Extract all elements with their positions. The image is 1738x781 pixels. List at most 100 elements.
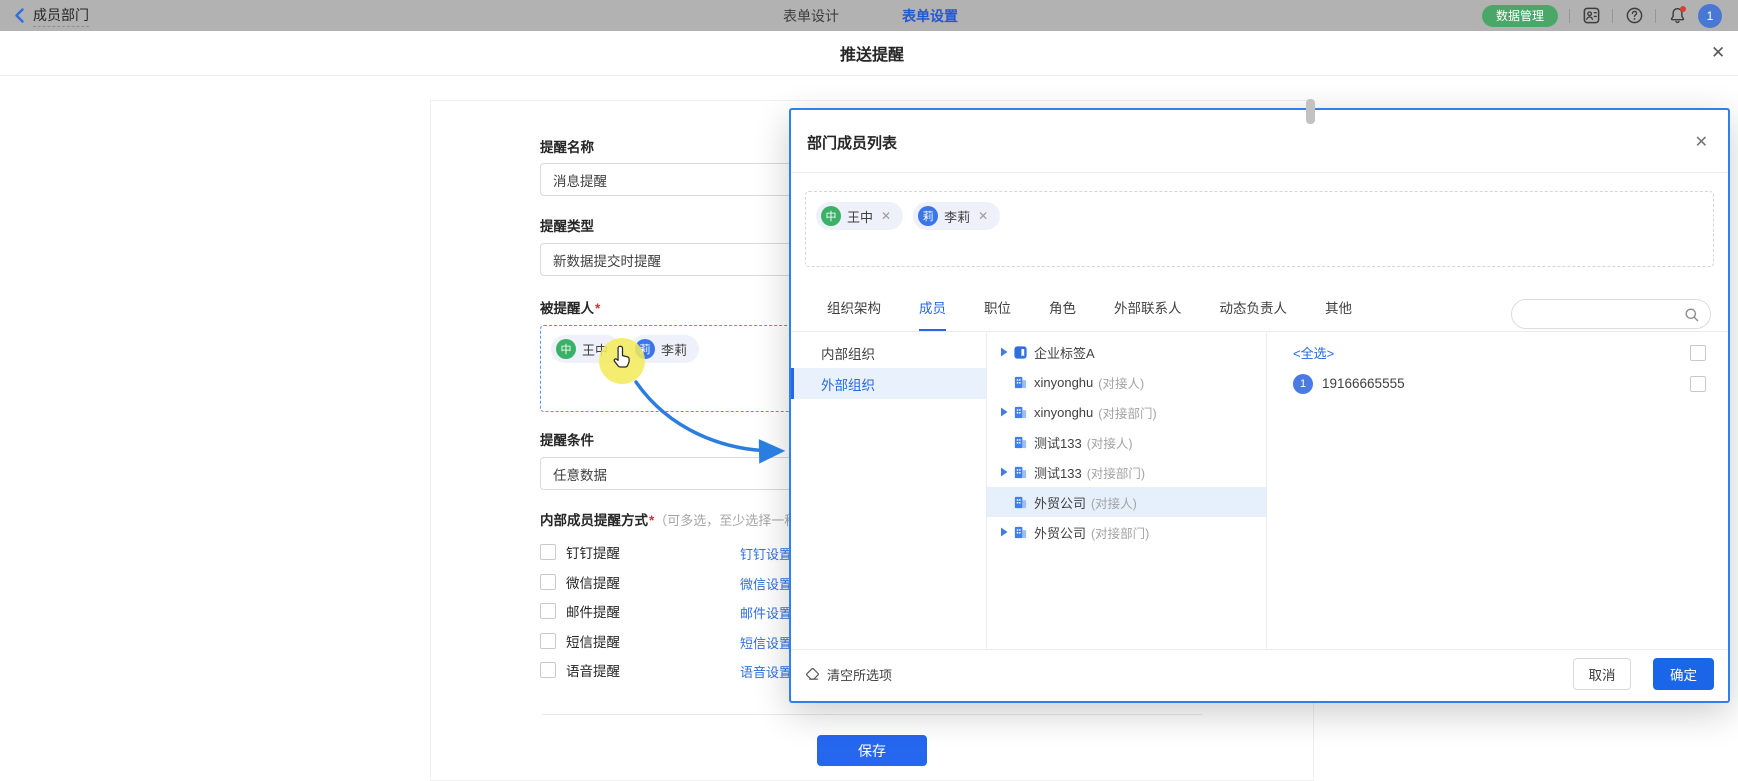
remove-tag-icon[interactable]: ✕ bbox=[978, 209, 988, 223]
recipient-tag[interactable]: 中 王中 bbox=[551, 335, 620, 363]
avatar: 莉 bbox=[918, 206, 938, 226]
notification-dot bbox=[1680, 6, 1686, 12]
building-icon bbox=[1013, 435, 1028, 450]
tab-members[interactable]: 成员 bbox=[919, 284, 946, 331]
org-group-panel: 内部组织 外部组织 bbox=[791, 333, 987, 649]
tab-form-settings[interactable]: 表单设置 bbox=[902, 0, 958, 31]
member-picker-modal: 部门成员列表 ✕ 中 王中 ✕ 莉 李莉 ✕ 组织架构 成员 职位 角色 外部联… bbox=[789, 108, 1730, 703]
screen: 成员部门 表单设计 表单设置 数据管理 1 推送提醒 ✕ 提醒名称 bbox=[0, 0, 1738, 781]
dingtalk-settings-link[interactable]: 钉钉设置 bbox=[740, 544, 792, 563]
topbar: 成员部门 表单设计 表单设置 数据管理 1 bbox=[0, 0, 1738, 31]
tree-item-waimao-dept[interactable]: 外贸公司 (对接部门) bbox=[987, 517, 1266, 547]
avatar: 中 bbox=[821, 206, 841, 226]
divider bbox=[1569, 9, 1570, 23]
org-group-external[interactable]: 外部组织 bbox=[791, 368, 986, 399]
building-icon bbox=[1013, 375, 1028, 390]
method-row-email: 邮件提醒 bbox=[540, 602, 620, 620]
dingtalk-checkbox[interactable] bbox=[540, 544, 556, 560]
recipient-tag-name: 王中 bbox=[582, 340, 608, 359]
recipient-tag-name: 李莉 bbox=[661, 340, 687, 359]
bookmark-icon bbox=[1013, 345, 1028, 360]
tab-dynamic-owner[interactable]: 动态负责人 bbox=[1220, 284, 1288, 331]
scrollbar-thumb[interactable] bbox=[1306, 99, 1315, 124]
org-group-internal[interactable]: 内部组织 bbox=[791, 337, 986, 368]
divider bbox=[1655, 9, 1656, 23]
building-icon bbox=[1013, 495, 1028, 510]
notification-bell-icon[interactable] bbox=[1667, 6, 1687, 26]
building-icon bbox=[1013, 465, 1028, 480]
selected-member-name: 李莉 bbox=[944, 207, 970, 226]
search-input[interactable] bbox=[1526, 301, 1684, 327]
member-checkbox[interactable] bbox=[1690, 376, 1706, 392]
confirm-button[interactable]: 确定 bbox=[1653, 658, 1714, 690]
wechat-checkbox[interactable] bbox=[540, 574, 556, 590]
member-list-panel: <全选> 1 19166665555 bbox=[1267, 333, 1728, 649]
tab-positions[interactable]: 职位 bbox=[984, 284, 1011, 331]
building-icon bbox=[1013, 405, 1028, 420]
select-all-checkbox[interactable] bbox=[1690, 345, 1706, 361]
contacts-icon[interactable] bbox=[1581, 6, 1601, 26]
tree-item-xinyonghu-dept[interactable]: xinyonghu (对接部门) bbox=[987, 397, 1266, 427]
member-search-box bbox=[1511, 299, 1711, 329]
expand-arrow-icon[interactable] bbox=[997, 407, 1011, 417]
cancel-button[interactable]: 取消 bbox=[1573, 658, 1631, 690]
sms-settings-link[interactable]: 短信设置 bbox=[740, 633, 792, 652]
member-avatar: 1 bbox=[1293, 374, 1313, 394]
select-all-link[interactable]: <全选> bbox=[1293, 343, 1334, 362]
divider bbox=[1612, 9, 1613, 23]
reminder-type-label: 提醒类型 bbox=[540, 215, 594, 235]
modal-footer: 清空所选项 取消 确定 bbox=[791, 647, 1728, 701]
modal-close-icon[interactable]: ✕ bbox=[1695, 132, 1708, 152]
remove-tag-icon[interactable]: ✕ bbox=[881, 209, 891, 223]
search-icon bbox=[1684, 307, 1700, 323]
select-all-row: <全选> bbox=[1267, 337, 1728, 368]
method-row-dingtalk: 钉钉提醒 bbox=[540, 543, 620, 561]
tab-external-contacts[interactable]: 外部联系人 bbox=[1114, 284, 1182, 331]
sms-checkbox[interactable] bbox=[540, 633, 556, 649]
divider bbox=[791, 172, 1728, 173]
building-icon bbox=[1013, 525, 1028, 540]
back-button[interactable]: 成员部门 bbox=[14, 0, 89, 31]
tree-item-test133-contact[interactable]: 测试133 (对接人) bbox=[987, 427, 1266, 457]
tree-item-xinyonghu-contact[interactable]: xinyonghu (对接人) bbox=[987, 367, 1266, 397]
data-manage-button[interactable]: 数据管理 bbox=[1482, 5, 1558, 27]
reminder-name-label: 提醒名称 bbox=[540, 136, 594, 156]
method-row-voice: 语音提醒 bbox=[540, 661, 620, 679]
wechat-settings-link[interactable]: 微信设置 bbox=[740, 574, 792, 593]
tree-item-test133-dept[interactable]: 测试133 (对接部门) bbox=[987, 457, 1266, 487]
condition-label: 提醒条件 bbox=[540, 429, 594, 449]
selected-member-tag[interactable]: 莉 李莉 ✕ bbox=[913, 202, 1000, 230]
email-checkbox[interactable] bbox=[540, 603, 556, 619]
tab-org-structure[interactable]: 组织架构 bbox=[827, 284, 881, 331]
save-button[interactable]: 保存 bbox=[817, 735, 927, 766]
expand-arrow-icon[interactable] bbox=[997, 467, 1011, 477]
back-chevron-icon bbox=[14, 8, 25, 23]
clear-icon bbox=[805, 667, 820, 682]
dialog-header: 推送提醒 ✕ bbox=[0, 31, 1738, 76]
tab-roles[interactable]: 角色 bbox=[1049, 284, 1076, 331]
selected-member-tag[interactable]: 中 王中 ✕ bbox=[816, 202, 903, 230]
selected-member-name: 王中 bbox=[847, 207, 873, 226]
org-tree-panel: 企业标签A xinyonghu (对接人) xinyonghu (对接部门) bbox=[987, 333, 1267, 649]
modal-title: 部门成员列表 bbox=[807, 132, 897, 153]
expand-arrow-icon[interactable] bbox=[997, 527, 1011, 537]
page-close-icon[interactable]: ✕ bbox=[1711, 43, 1725, 63]
member-name: 19166665555 bbox=[1322, 376, 1405, 391]
tree-item-tag-a[interactable]: 企业标签A bbox=[987, 337, 1266, 367]
page-title: 推送提醒 bbox=[840, 41, 904, 65]
help-icon[interactable] bbox=[1624, 6, 1644, 26]
user-avatar[interactable]: 1 bbox=[1698, 4, 1722, 28]
form-name-label[interactable]: 成员部门 bbox=[33, 5, 89, 27]
tab-other[interactable]: 其他 bbox=[1325, 284, 1352, 331]
clear-selection-button[interactable]: 清空所选项 bbox=[805, 665, 892, 684]
tree-item-waimao-contact[interactable]: 外贸公司 (对接人) bbox=[987, 487, 1266, 517]
voice-checkbox[interactable] bbox=[540, 662, 556, 678]
tab-form-design[interactable]: 表单设计 bbox=[783, 0, 839, 31]
method-row-wechat: 微信提醒 bbox=[540, 573, 620, 591]
avatar: 中 bbox=[556, 339, 576, 359]
member-row[interactable]: 1 19166665555 bbox=[1267, 368, 1728, 399]
expand-arrow-icon[interactable] bbox=[997, 347, 1011, 357]
recipient-tag[interactable]: 莉 李莉 bbox=[630, 335, 699, 363]
voice-settings-link[interactable]: 语音设置 bbox=[740, 662, 792, 681]
email-settings-link[interactable]: 邮件设置 bbox=[740, 603, 792, 622]
